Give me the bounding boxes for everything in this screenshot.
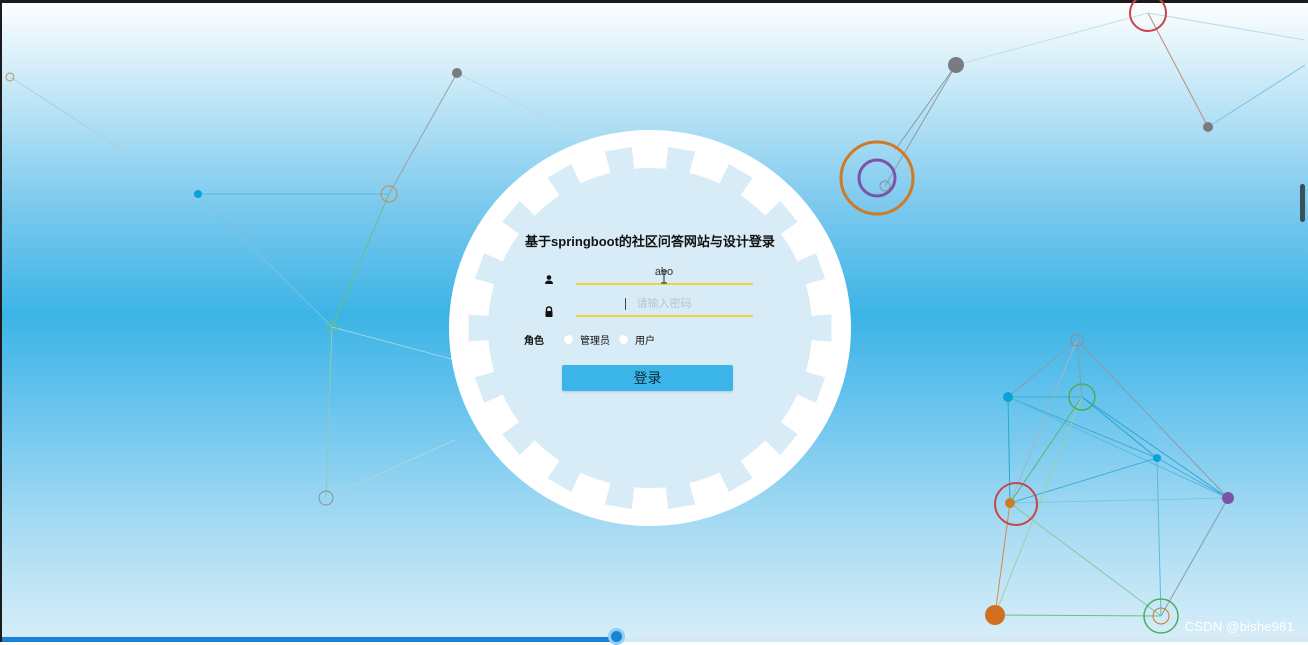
page-progress-bar [2, 628, 1308, 645]
network-edge [1147, 12, 1209, 128]
network-edge [1007, 396, 1011, 504]
network-edge [1009, 457, 1158, 504]
network-node [194, 190, 202, 198]
network-edge [955, 12, 1149, 66]
network-edge [1156, 457, 1162, 617]
scrollbar-thumb[interactable] [1300, 184, 1305, 222]
network-edge [325, 326, 333, 499]
network-node [452, 68, 462, 78]
watermark-text: CSDN @bishe981 [1184, 619, 1294, 634]
page-progress-fill [2, 637, 616, 642]
role-option-label: 用户 [635, 335, 655, 347]
network-edge [1009, 497, 1229, 504]
network-edge [1207, 64, 1306, 128]
network-edge [994, 614, 1162, 617]
network-edge [9, 76, 121, 149]
network-edge [1076, 339, 1083, 398]
network-node [985, 605, 1005, 625]
network-edge [331, 193, 390, 328]
role-label: 角色 [524, 336, 544, 347]
network-edge [1147, 12, 1306, 41]
radio-button[interactable] [618, 333, 629, 345]
role-option-user[interactable]: 用户 [618, 332, 655, 347]
network-edge [197, 193, 333, 328]
network-edge [1007, 396, 1158, 459]
network-node [1153, 454, 1161, 462]
network-edge [894, 64, 957, 151]
login-card: 基于springboot的社区问答网站与设计登录 角色 管理员 用户 登录 [449, 130, 851, 526]
radio-button[interactable] [563, 333, 574, 345]
network-node [1005, 498, 1015, 508]
login-title: 基于springboot的社区问答网站与设计登录 [525, 234, 775, 249]
network-node [839, 140, 915, 216]
password-underline [576, 315, 753, 317]
text-caret [625, 298, 626, 310]
network-edge [1007, 339, 1078, 398]
network-edge [388, 72, 458, 195]
network-edge [1081, 396, 1229, 499]
network-node [1222, 492, 1234, 504]
network-node [1003, 392, 1013, 402]
role-option-label: 管理员 [580, 335, 610, 347]
login-button[interactable]: 登录 [562, 365, 733, 391]
network-edge [1081, 396, 1158, 459]
user-icon [545, 275, 553, 284]
lock-icon [545, 306, 553, 317]
network-node [948, 57, 964, 73]
network-node [1203, 122, 1213, 132]
password-input[interactable] [576, 295, 752, 313]
network-edge [1160, 497, 1229, 617]
network-edge [331, 326, 456, 361]
network-edge [325, 439, 456, 499]
network-edge [1007, 396, 1229, 499]
role-option-admin[interactable]: 管理员 [563, 332, 610, 347]
text-cursor-icon [661, 270, 667, 284]
network-edge [1076, 339, 1229, 499]
network-edge [1156, 457, 1229, 499]
page-progress-handle[interactable] [607, 628, 625, 645]
network-edge [884, 64, 957, 187]
